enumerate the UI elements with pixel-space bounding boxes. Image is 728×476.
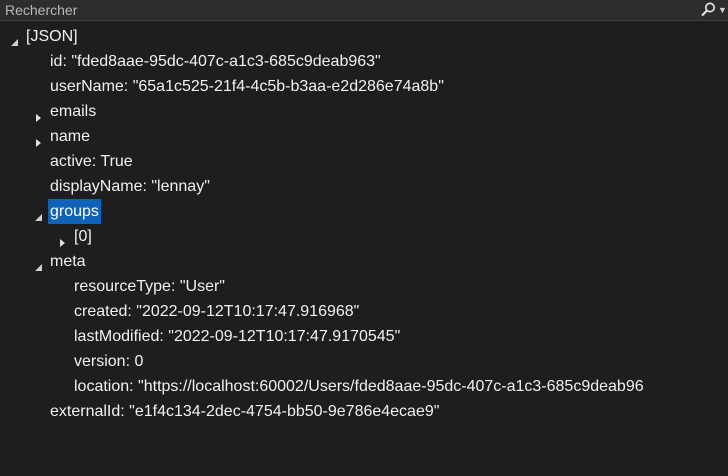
collapsed-triangle-icon[interactable]	[58, 231, 68, 247]
tree-node-label: [0]	[74, 228, 92, 245]
tree-node-label: meta	[50, 253, 86, 270]
chevron-down-icon[interactable]: ▼	[718, 3, 728, 17]
search-bar[interactable]: Rechercher ▼	[0, 0, 728, 21]
tree-leaf-text: location: "https://localhost:60002/Users…	[74, 378, 644, 395]
tree-node-label: emails	[50, 103, 97, 120]
tree-leaf-text: displayName: "lennay"	[50, 178, 210, 195]
expanded-triangle-icon[interactable]	[34, 256, 44, 271]
tree-node-label: [JSON]	[26, 28, 78, 45]
tree-node-label: name	[50, 128, 91, 145]
tree-leaf-text: id: "fded8aae-95dc-407c-a1c3-685c9deab96…	[50, 53, 381, 70]
tree-leaf-text: externalId: "e1f4c134-2dec-4754-bb50-9e7…	[50, 403, 440, 420]
expanded-triangle-icon[interactable]	[10, 31, 20, 46]
collapsed-triangle-icon[interactable]	[34, 131, 44, 147]
tree-leaf-text: active: True	[50, 153, 133, 170]
tree-leaf-text: lastModified: "2022-09-12T10:17:47.91705…	[74, 328, 401, 345]
expanded-triangle-icon[interactable]	[34, 206, 44, 221]
search-icon[interactable]	[699, 1, 717, 19]
tree-leaf-text: resourceType: "User"	[74, 278, 225, 295]
tree-leaf-text: version: 0	[74, 353, 144, 370]
search-input[interactable]: Rechercher	[5, 2, 77, 18]
tree-leaf-location[interactable]: location: "https://localhost:60002/Users…	[0, 374, 728, 399]
tree-leaf-text: userName: "65a1c525-21f4-4c5b-b3aa-e2d28…	[50, 78, 444, 95]
tree-leaf-text: created: "2022-09-12T10:17:47.916968"	[74, 303, 360, 320]
collapsed-triangle-icon[interactable]	[34, 106, 44, 122]
tree-node-label-selected: groups	[48, 199, 101, 224]
